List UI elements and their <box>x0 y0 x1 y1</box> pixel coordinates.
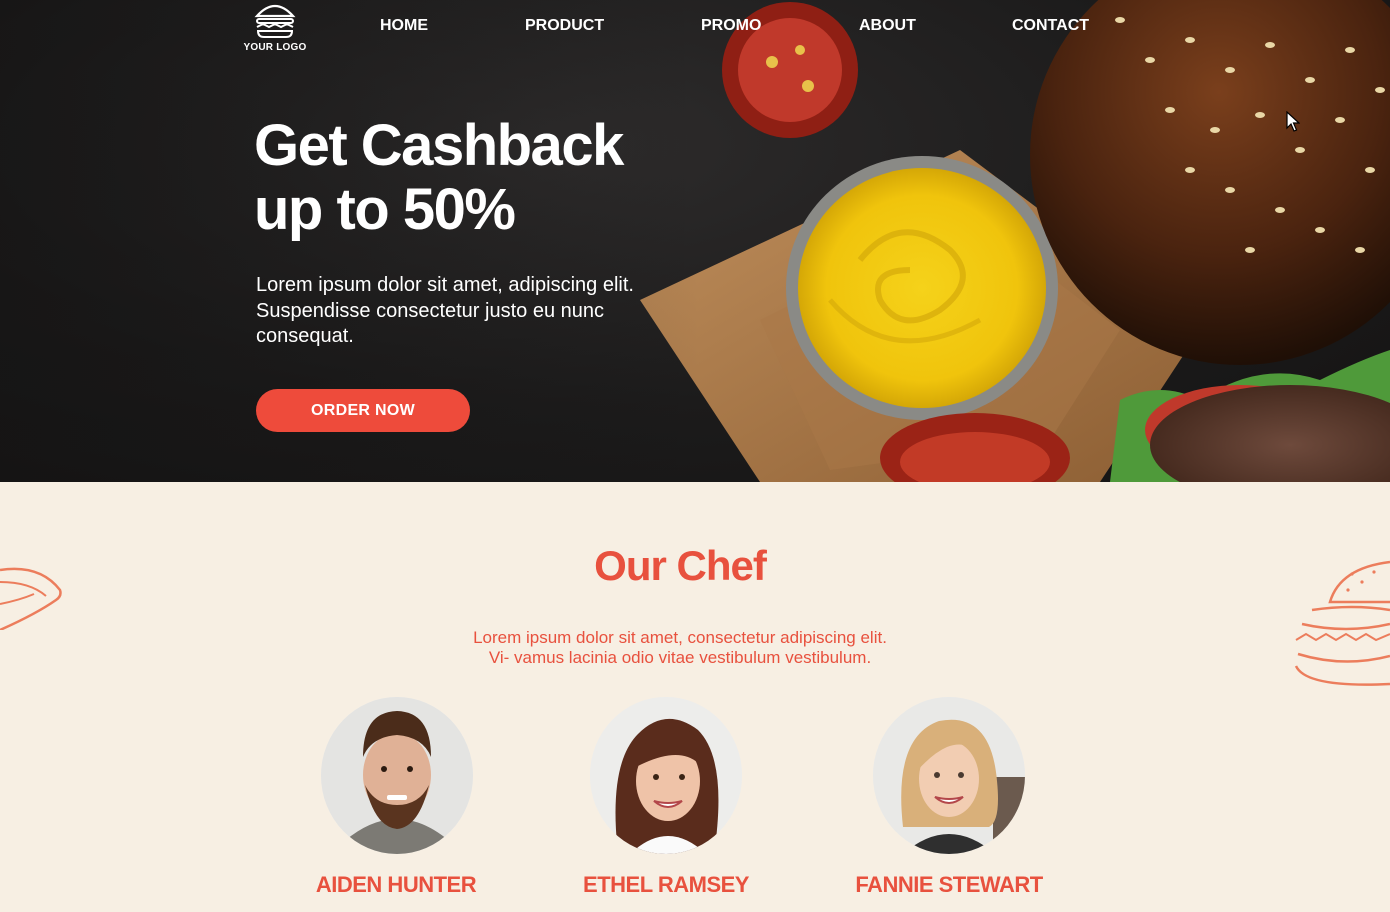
hero-title-line-1: Get Cashback <box>254 113 624 178</box>
section-description: Lorem ipsum dolor sit amet, consectetur … <box>380 628 980 668</box>
burger-icon <box>254 4 296 38</box>
mouse-cursor-icon <box>1286 111 1300 132</box>
chef-photo-fannie <box>873 697 1025 854</box>
section-description-line-1: Lorem ipsum dolor sit amet, consectetur … <box>473 628 887 647</box>
chef-portrait-female-blonde <box>873 697 1025 854</box>
chef-portrait-female-brunette <box>590 697 742 854</box>
chef-portrait-male <box>321 697 473 854</box>
hero-food-image <box>0 0 1390 482</box>
nav-contact[interactable]: CONTACT <box>1012 17 1089 35</box>
section-description-line-2: Vi- vamus lacinia odio vitae vestibulum … <box>488 648 872 667</box>
chef-photo-aiden <box>321 697 473 854</box>
chef-name-aiden: AIDEN HUNTER <box>315 872 477 897</box>
hero-description: Lorem ipsum dolor sit amet, adipiscing e… <box>256 274 634 347</box>
nav-promo[interactable]: PROMO <box>701 17 761 35</box>
hero-title: Get Cashback up to 50% <box>254 114 684 242</box>
chef-name-ethel: ETHEL RAMSEY <box>583 872 749 897</box>
site-logo[interactable]: YOUR LOGO <box>240 0 310 56</box>
section-title: Our Chef <box>594 542 767 589</box>
order-now-button[interactable]: ORDER NOW <box>256 389 470 432</box>
chef-name-fannie: FANNIE STEWART <box>855 872 1043 897</box>
hero-title-line-2: up to 50% <box>254 177 516 242</box>
logo-text: YOUR LOGO <box>243 42 307 53</box>
nav-about[interactable]: ABOUT <box>859 17 916 35</box>
nav-home[interactable]: HOME <box>380 17 428 35</box>
hero-banner: YOUR LOGO HOME PRODUCT PROMO ABOUT CONTA… <box>0 0 1390 482</box>
nav-product[interactable]: PRODUCT <box>525 17 604 35</box>
chef-photo-ethel <box>590 697 742 854</box>
